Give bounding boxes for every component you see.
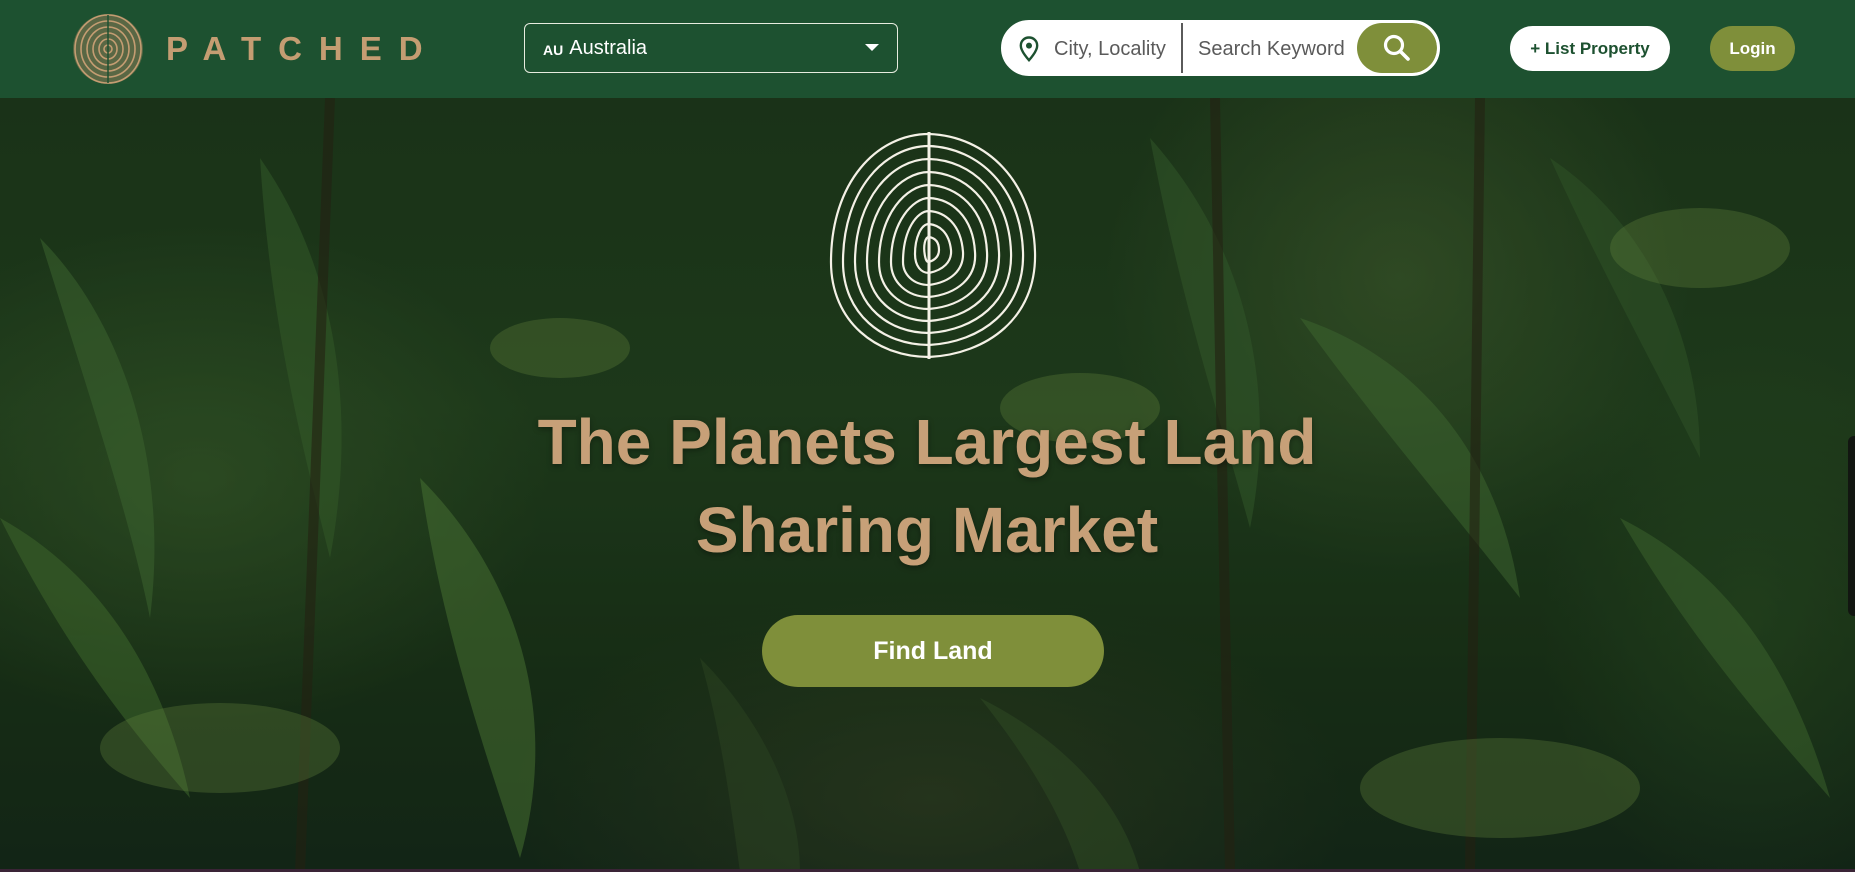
list-property-button[interactable]: + List Property bbox=[1510, 26, 1670, 71]
country-select[interactable]: AU Australia bbox=[524, 23, 898, 73]
find-land-button[interactable]: Find Land bbox=[762, 615, 1104, 687]
brand[interactable]: PATCHED bbox=[70, 11, 440, 87]
search-keyword-input[interactable] bbox=[1196, 27, 1350, 71]
city-locality-input[interactable] bbox=[1052, 27, 1186, 71]
location-pin-icon bbox=[1019, 36, 1039, 62]
country-name: Australia bbox=[569, 36, 648, 59]
tree-ring-fingerprint-emblem bbox=[829, 132, 1037, 359]
country-code: AU bbox=[543, 41, 564, 58]
search-divider bbox=[1181, 23, 1183, 73]
login-button[interactable]: Login bbox=[1710, 26, 1795, 71]
hero-title-line-2: Sharing Market bbox=[695, 494, 1159, 566]
brand-name: PATCHED bbox=[166, 30, 440, 67]
top-navigation-bar: PATCHED AU Australia + List Property Log… bbox=[0, 0, 1855, 98]
hero-section: The Planets Largest Land Sharing Market … bbox=[0, 98, 1855, 872]
search-bar bbox=[1001, 20, 1440, 76]
hero-title-line-1: The Planets Largest Land bbox=[537, 406, 1317, 478]
side-feedback-tab[interactable] bbox=[1848, 436, 1855, 616]
hero-title: The Planets Largest Land Sharing Market bbox=[427, 398, 1427, 574]
chevron-down-icon bbox=[865, 44, 879, 51]
search-button[interactable] bbox=[1357, 23, 1437, 73]
search-icon bbox=[1383, 34, 1410, 61]
patched-logo-icon bbox=[73, 14, 143, 84]
